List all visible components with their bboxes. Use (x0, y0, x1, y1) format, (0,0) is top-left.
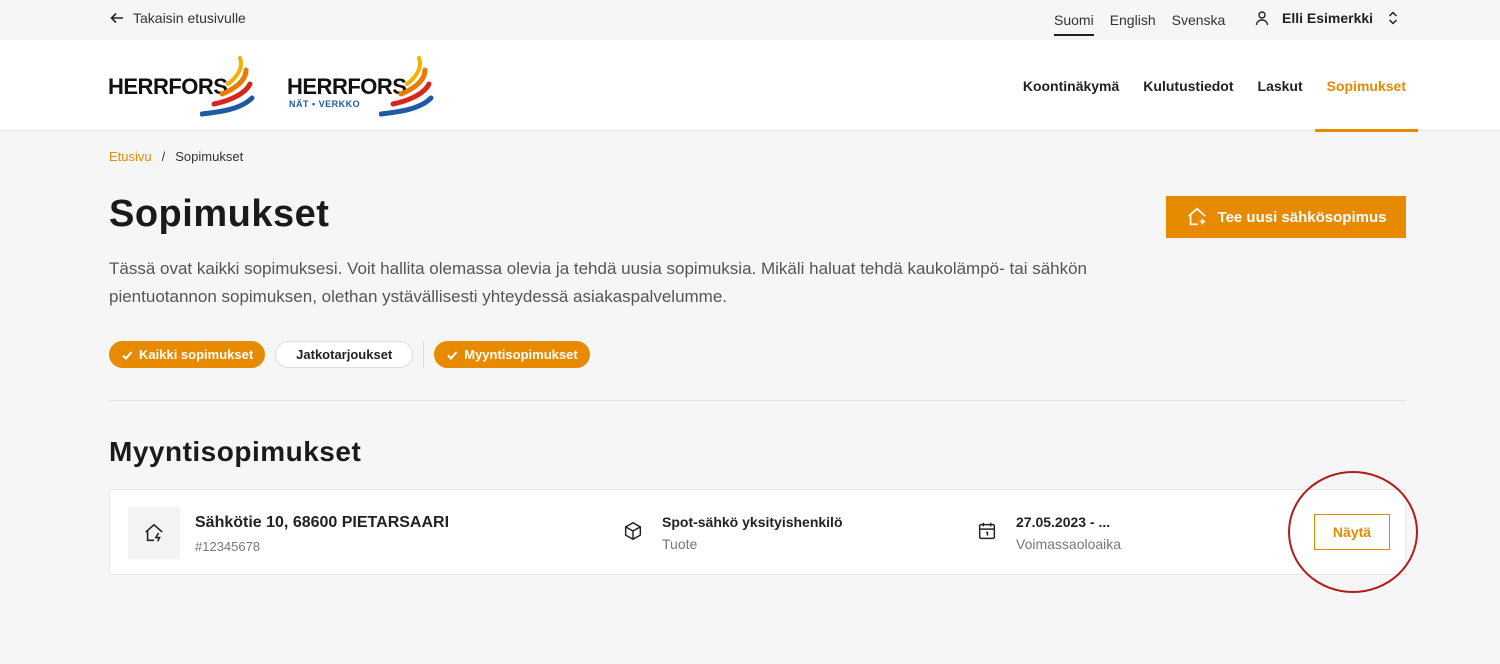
nav-sopimukset[interactable]: Sopimukset (1314, 40, 1419, 132)
check-icon (447, 350, 458, 360)
page-title: Sopimukset (109, 193, 330, 235)
breadcrumb: Etusivu / Sopimukset (109, 149, 243, 164)
top-utility-bar: Takaisin etusivulle Suomi English Svensk… (0, 0, 1500, 40)
main-header: HERRFORS HERRFORS NÄT • VERKKO Koontinäk… (0, 40, 1500, 132)
filter-divider (423, 341, 425, 368)
nav-kulutustiedot[interactable]: Kulutustiedot (1143, 40, 1233, 131)
filter-label: Jatkotarjoukset (296, 347, 393, 362)
product-name: Spot-sähkö yksityishenkilö (662, 514, 843, 530)
user-icon (1255, 11, 1269, 26)
house-plus-icon (1187, 207, 1206, 226)
user-name: Elli Esimerkki (1282, 10, 1374, 26)
filter-renewal-offers[interactable]: Jatkotarjoukset (275, 341, 414, 368)
contract-validity: 27.05.2023 - ... Voimassaoloaika (976, 514, 1121, 552)
filter-label: Myyntisopimukset (464, 347, 578, 362)
herrfors-verkko-logo[interactable]: HERRFORS NÄT • VERKKO (287, 54, 437, 118)
breadcrumb-separator: / (161, 149, 166, 164)
chevron-up-down-icon (1389, 11, 1398, 25)
back-to-home-link[interactable]: Takaisin etusivulle (109, 10, 246, 26)
product-label: Tuote (662, 536, 698, 552)
breadcrumb-home-link[interactable]: Etusivu (109, 149, 152, 164)
herrfors-verkko-logo-subtext: NÄT • VERKKO (289, 99, 361, 109)
herrfors-verkko-swoosh-icon (379, 56, 434, 117)
contract-number: #12345678 (195, 539, 261, 554)
filter-all-contracts[interactable]: Kaikki sopimukset (109, 341, 266, 368)
filter-sales-contracts[interactable]: Myyntisopimukset (434, 341, 590, 368)
section-divider (109, 400, 1406, 401)
language-switcher: Suomi English Svenska (1054, 12, 1225, 36)
herrfors-swoosh-icon (200, 56, 255, 117)
back-link-label: Takaisin etusivulle (133, 10, 246, 26)
check-icon (122, 350, 133, 360)
arrow-left-icon (110, 12, 123, 24)
contract-address: Sähkötie 10, 68600 PIETARSAARI (195, 514, 450, 531)
nav-koontinakyma[interactable]: Koontinäkymä (1023, 40, 1119, 131)
user-menu[interactable]: Elli Esimerkki (1254, 10, 1401, 26)
house-energy-icon (128, 507, 180, 559)
lang-svenska[interactable]: Svenska (1172, 12, 1226, 36)
calendar-icon (978, 522, 996, 540)
breadcrumb-current: Sopimukset (175, 149, 244, 164)
validity-label: Voimassaoloaika (1016, 536, 1122, 552)
nav-laskut[interactable]: Laskut (1258, 40, 1303, 131)
validity-period: 27.05.2023 - ... (1016, 514, 1111, 530)
show-contract-button[interactable]: Näytä (1314, 514, 1390, 550)
filter-label: Kaikki sopimukset (139, 347, 254, 362)
contract-filters: Kaikki sopimukset Jatkotarjoukset Myynti… (109, 341, 590, 368)
page-intro: Tässä ovat kaikki sopimuksesi. Voit hall… (109, 259, 1088, 306)
box-icon (624, 521, 642, 541)
new-contract-label: Tee uusi sähkösopimus (1217, 208, 1387, 226)
lang-english[interactable]: English (1110, 12, 1156, 36)
contract-card: Sähkötie 10, 68600 PIETARSAARI #12345678… (109, 489, 1406, 575)
section-title: Myyntisopimukset (109, 436, 362, 467)
main-navigation: Koontinäkymä Kulutustiedot Laskut Sopimu… (1023, 40, 1419, 132)
lang-suomi[interactable]: Suomi (1054, 12, 1094, 36)
contract-product: Spot-sähkö yksityishenkilö Tuote (622, 514, 843, 552)
new-electricity-contract-button[interactable]: Tee uusi sähkösopimus (1166, 196, 1406, 238)
herrfors-logo[interactable]: HERRFORS (108, 54, 258, 118)
